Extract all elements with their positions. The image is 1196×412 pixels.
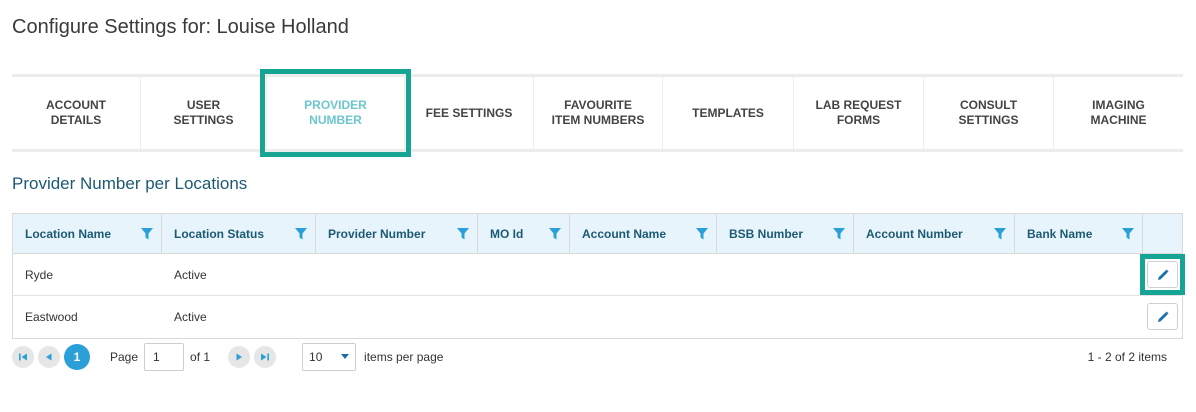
cell-location-name: Eastwood (25, 309, 78, 324)
page-count-label: of 1 (190, 350, 211, 364)
column-header-location-status[interactable]: Location Status (162, 214, 316, 253)
first-page-icon (19, 353, 27, 361)
last-page-icon (261, 353, 270, 361)
column-header-bank-name[interactable]: Bank Name (1015, 214, 1143, 253)
tab-provider-number[interactable]: PROVIDER NUMBER (260, 69, 411, 157)
cell-bsb-number (717, 296, 854, 337)
filter-icon[interactable] (549, 227, 561, 240)
column-header-provider-number[interactable]: Provider Number (316, 214, 478, 253)
page-size-value: 10 (309, 350, 323, 364)
cell-actions (1140, 254, 1185, 295)
edit-button[interactable] (1140, 254, 1185, 295)
filter-icon[interactable] (696, 227, 708, 240)
cell-mo-id (478, 254, 570, 295)
chevron-down-icon (341, 354, 350, 359)
cell-account-name (570, 296, 717, 337)
cell-actions (1143, 296, 1182, 337)
previous-page-icon (46, 353, 52, 361)
pager: 1 Page of 1 10 items per page 1 - 2 of 2… (12, 343, 1183, 371)
cell-provider-number (316, 254, 478, 295)
pencil-icon (1157, 268, 1169, 280)
previous-page-button[interactable] (38, 346, 60, 368)
filter-icon[interactable] (457, 227, 469, 240)
column-header-location-name[interactable]: Location Name (13, 214, 162, 253)
tab-favourite-item-numbers[interactable]: FAVOURITE ITEM NUMBERS (534, 77, 663, 149)
cell-location-status: Active (174, 309, 207, 324)
tab-imaging-machine[interactable]: IMAGING MACHINE (1054, 77, 1183, 149)
tab-lab-request-forms[interactable]: LAB REQUEST FORMS (794, 77, 924, 149)
tab-templates[interactable]: TEMPLATES (663, 77, 794, 149)
cell-mo-id (478, 296, 570, 337)
section-title: Provider Number per Locations (12, 174, 248, 193)
provider-number-grid: Location Name Location Status Provider N… (12, 213, 1185, 339)
items-summary: 1 - 2 of 2 items (1087, 350, 1167, 364)
cell-bank-name (1015, 296, 1143, 337)
grid-header: Location Name Location Status Provider N… (13, 214, 1182, 254)
next-page-icon (236, 353, 243, 361)
cell-bsb-number (717, 254, 854, 295)
tab-fee-settings[interactable]: FEE SETTINGS (405, 77, 534, 149)
filter-icon[interactable] (1122, 227, 1134, 240)
settings-tabs: ACCOUNT DETAILS USER SETTINGS PROVIDER N… (12, 69, 1183, 157)
column-header-mo-id[interactable]: MO Id (478, 214, 570, 253)
next-page-button[interactable] (228, 346, 251, 368)
cell-location-status: Active (174, 267, 207, 282)
tab-user-settings[interactable]: USER SETTINGS (141, 77, 267, 149)
cell-provider-number (316, 296, 478, 337)
page-1-button[interactable]: 1 (64, 344, 90, 370)
cell-account-number (854, 296, 1015, 337)
cell-account-name (570, 254, 717, 295)
column-header-account-name[interactable]: Account Name (570, 214, 717, 253)
page-title: Configure Settings for: Louise Holland (12, 16, 349, 38)
table-row: Eastwood Active (13, 296, 1182, 338)
first-page-button[interactable] (12, 346, 34, 368)
filter-icon[interactable] (295, 227, 307, 240)
cell-account-number (854, 254, 1015, 295)
cell-location-name: Ryde (25, 267, 54, 282)
edit-button[interactable] (1147, 303, 1178, 330)
items-per-page-label: items per page (364, 350, 444, 364)
tab-account-details[interactable]: ACCOUNT DETAILS (12, 77, 141, 149)
page-label: Page (110, 350, 139, 364)
page-number-input[interactable] (144, 343, 185, 371)
column-header-bsb-number[interactable]: BSB Number (717, 214, 854, 253)
column-header-actions (1143, 214, 1182, 253)
last-page-button[interactable] (254, 346, 277, 368)
filter-icon[interactable] (994, 227, 1006, 240)
tab-consult-settings[interactable]: CONSULT SETTINGS (924, 77, 1054, 149)
pencil-icon (1157, 310, 1169, 322)
column-header-account-number[interactable]: Account Number (854, 214, 1015, 253)
cell-bank-name (1015, 254, 1143, 295)
page-size-select[interactable]: 10 (302, 343, 357, 371)
filter-icon[interactable] (833, 227, 845, 240)
table-row: Ryde Active (13, 254, 1185, 296)
filter-icon[interactable] (141, 227, 153, 240)
